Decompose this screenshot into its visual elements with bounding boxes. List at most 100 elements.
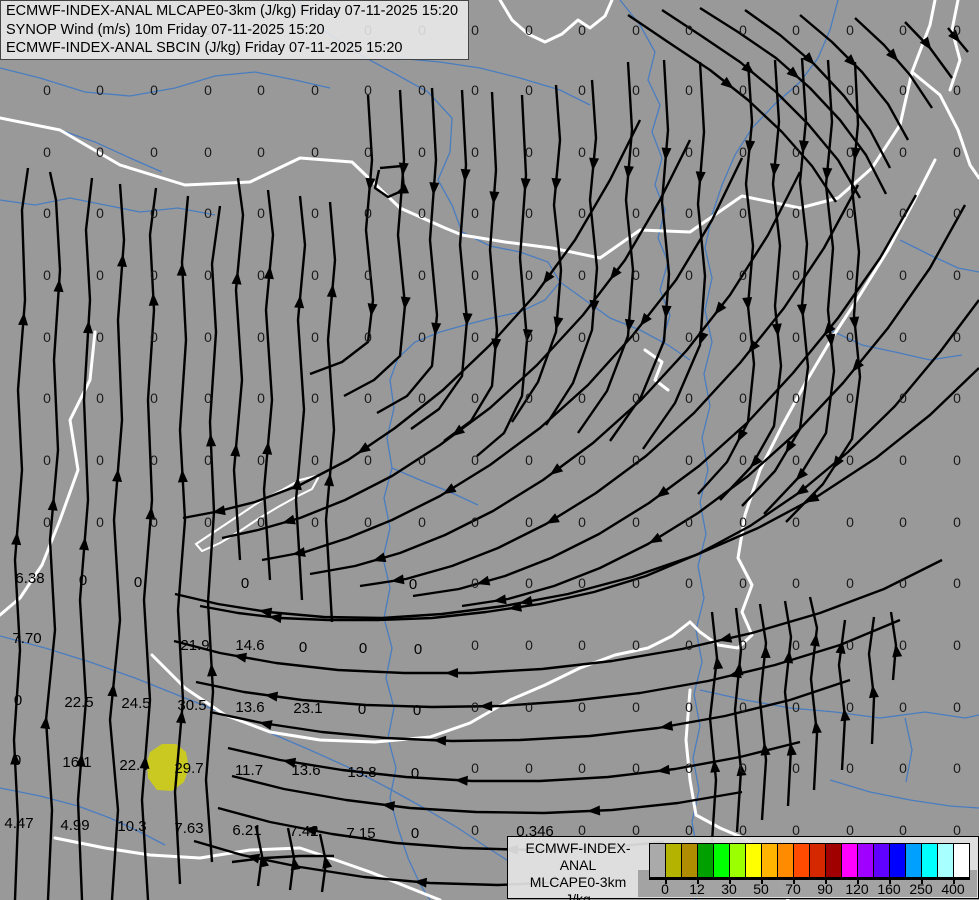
colorbar-swatch xyxy=(954,844,969,877)
grid-value-label: 0 xyxy=(311,267,319,283)
colorbar-tick-label: 160 xyxy=(877,881,901,897)
grid-value-label: 0 xyxy=(846,22,854,38)
grid-value-label: 0 xyxy=(953,452,961,468)
grid-value-label: 0 xyxy=(364,205,372,221)
grid-value-label: 0 xyxy=(418,329,426,345)
map-canvas: 0 0 0 0 0 0 0 0 0 0 0 0 0 0 0 0 0 0 0 0 0 0 0 0 0 0 0 0 0 0 0 0 0 0 0 0 0 0 0 0… xyxy=(0,0,979,900)
grid-value-label: 0 xyxy=(632,452,640,468)
grid-value-label: 0 xyxy=(953,205,961,221)
grid-value-label: 0 xyxy=(257,267,265,283)
title-line-mlcape: ECMWF-INDEX-ANAL MLCAPE0-3km (J/kg) Frid… xyxy=(6,3,459,19)
grid-value-label: 0 xyxy=(846,514,854,530)
colorbar-tick-label: 120 xyxy=(845,881,869,897)
grid-value-label: 0 xyxy=(739,760,747,776)
grid-value-label: 0 xyxy=(311,514,319,530)
grid-value-label: 0 xyxy=(739,514,747,530)
station-value: 30.5 xyxy=(177,697,206,714)
grid-value-label: 0 xyxy=(739,22,747,38)
legend-text-block: ECMWF-INDEX-ANAL MLCAPE0-3km J/kg xyxy=(512,840,644,900)
grid-value-label: 0 xyxy=(739,637,747,653)
legend-box: ECMWF-INDEX-ANAL MLCAPE0-3km J/kg 0 12 30 5… xyxy=(507,836,979,900)
colorbar-swatch xyxy=(794,844,810,877)
colorbar-swatch xyxy=(666,844,682,877)
grid-value-label: 0 xyxy=(632,699,640,715)
station-value: 0 xyxy=(79,572,87,589)
grid-value-label: 0 xyxy=(846,452,854,468)
grid-value-label: 0 xyxy=(899,637,907,653)
colorbar-swatch xyxy=(746,844,762,877)
grid-value-label: 0 xyxy=(846,82,854,98)
grid-value-label: 0 xyxy=(96,82,104,98)
grid-value-label: 0 xyxy=(364,390,372,406)
grid-value-label: 0 xyxy=(471,390,479,406)
grid-value-label: 0 xyxy=(685,144,693,160)
grid-value-label: 0 xyxy=(792,637,800,653)
grid-value-label: 0 xyxy=(471,144,479,160)
grid-value-label: 0 xyxy=(43,390,51,406)
grid-value-label: 0 xyxy=(953,390,961,406)
grid-value-label: 0 xyxy=(685,760,693,776)
grid-value-label: 0 xyxy=(632,760,640,776)
grid-value-label: 0 xyxy=(471,452,479,468)
grid-value-label: 0 xyxy=(792,514,800,530)
grid-value-label: 0 xyxy=(204,452,212,468)
grid-value-label: 0 xyxy=(418,390,426,406)
grid-value-label: 0 xyxy=(364,514,372,530)
grid-value-label: 0 xyxy=(685,575,693,591)
grid-value-label: 0 xyxy=(739,390,747,406)
grid-value-label: 0 xyxy=(846,205,854,221)
grid-value-label: 0 xyxy=(739,205,747,221)
legend-subtitle: MLCAPE0-3km xyxy=(529,874,627,890)
grid-value-label: 0 xyxy=(792,390,800,406)
grid-value-label: 0 xyxy=(632,575,640,591)
station-value: 0 xyxy=(13,752,21,769)
station-value: 13.8 xyxy=(347,764,376,781)
grid-value-label: 0 xyxy=(257,329,265,345)
grid-value-label: 0 xyxy=(525,329,533,345)
station-value: 0 xyxy=(413,702,421,719)
grid-value-label: 0 xyxy=(739,575,747,591)
grid-value-label: 0 xyxy=(364,329,372,345)
grid-value-label: 0 xyxy=(471,329,479,345)
grid-value-label: 0 xyxy=(846,760,854,776)
grid-value-label: 0 xyxy=(846,575,854,591)
colorbar-tick-label: 70 xyxy=(785,881,801,897)
grid-value-label: 0 xyxy=(792,452,800,468)
grid-value-label: 0 xyxy=(899,144,907,160)
grid-value-label: 0 xyxy=(311,329,319,345)
grid-value-label: 0 xyxy=(632,205,640,221)
grid-value-label: 0 xyxy=(792,205,800,221)
station-value: 11.7 xyxy=(235,762,263,779)
grid-value-label: 0 xyxy=(792,329,800,345)
grid-value-label: 0 xyxy=(418,205,426,221)
grid-value-label: 0 xyxy=(471,575,479,591)
grid-value-label: 0 xyxy=(899,329,907,345)
station-value: 7.63 xyxy=(174,820,203,837)
grid-value-label: 0 xyxy=(899,575,907,591)
grid-value-label: 0 xyxy=(632,22,640,38)
colorbar-swatch xyxy=(698,844,714,877)
title-line-sbcin: ECMWF-INDEX-ANAL SBCIN (J/kg) Friday 07-… xyxy=(6,40,403,56)
grid-value-label: 0 xyxy=(899,82,907,98)
station-value: 29.7 xyxy=(174,760,203,777)
grid-value-label: 0 xyxy=(953,144,961,160)
grid-value-label: 0 xyxy=(150,514,158,530)
colorbar-swatch xyxy=(890,844,906,877)
colorbar-tick-label: 90 xyxy=(817,881,833,897)
grid-value-label: 0 xyxy=(43,514,51,530)
grid-value-label: 0 xyxy=(418,514,426,530)
station-value: 7.42 xyxy=(289,823,318,840)
grid-value-label: 0 xyxy=(525,452,533,468)
weather-map-screen: 0 0 0 0 0 0 0 0 0 0 0 0 0 0 0 0 0 0 0 0 0 0 0 0 0 0 0 0 0 0 0 0 0 0 0 0 0 0 0 0… xyxy=(0,0,979,900)
grid-value-label: 0 xyxy=(204,390,212,406)
station-value: 0 xyxy=(409,576,417,593)
title-line-synop-wind: SYNOP Wind (m/s) 10m Friday 07-11-2025 1… xyxy=(6,21,325,38)
grid-value-label: 0 xyxy=(899,760,907,776)
grid-value-label: 0 xyxy=(685,329,693,345)
legend-title: ECMWF-INDEX-ANAL xyxy=(525,840,631,873)
station-value: 4.99 xyxy=(60,817,89,834)
grid-value-label: 0 xyxy=(471,637,479,653)
station-value: 0 xyxy=(359,640,367,657)
grid-value-label: 0 xyxy=(525,205,533,221)
station-value: 23.1 xyxy=(293,700,322,717)
